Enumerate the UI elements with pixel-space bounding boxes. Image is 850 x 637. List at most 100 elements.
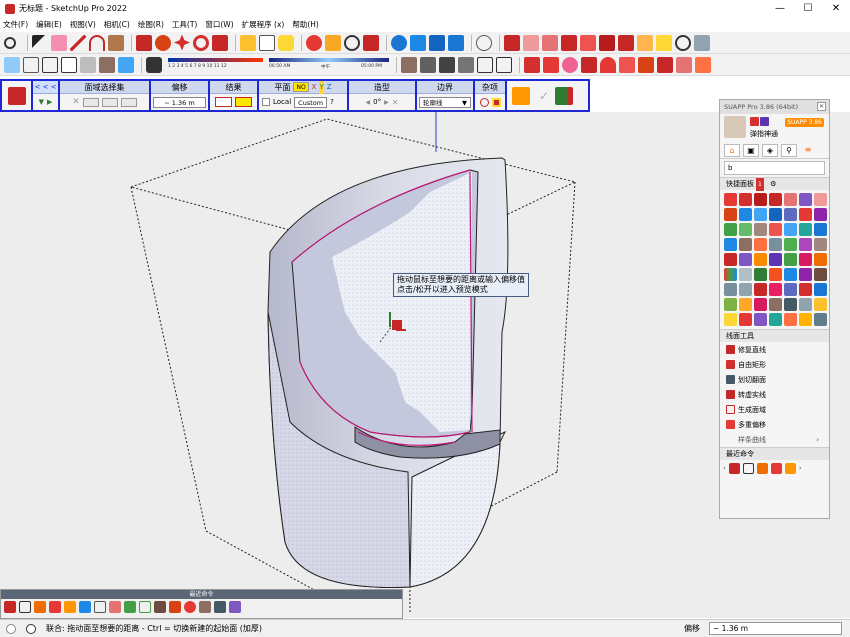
wall-icon[interactable] <box>814 238 827 251</box>
solid-tools-icon[interactable] <box>504 34 520 51</box>
result-separate-icon[interactable] <box>215 97 232 107</box>
arrow-up-icon[interactable] <box>754 268 767 281</box>
maximize-button[interactable]: ☐ <box>794 0 822 17</box>
stop-icon[interactable] <box>754 193 767 206</box>
top-view-icon[interactable] <box>420 56 436 73</box>
stair-icon[interactable] <box>739 253 752 266</box>
color-swatch-icon[interactable] <box>724 268 737 281</box>
arc-recent-icon[interactable] <box>79 601 91 613</box>
arch-recent-icon[interactable] <box>229 601 241 613</box>
polygon-icon[interactable] <box>769 193 782 206</box>
curve-icon[interactable] <box>814 208 827 221</box>
menu-window[interactable]: 窗口(W) <box>205 19 233 30</box>
warehouse-icon[interactable] <box>391 34 407 51</box>
zoom-icon[interactable] <box>4 36 16 49</box>
list-item[interactable]: 生成面域 <box>720 402 829 417</box>
chevron-right-icon[interactable]: › <box>799 464 802 472</box>
extension-warehouse-icon[interactable] <box>410 34 426 51</box>
suapp-search-input[interactable]: b <box>724 161 825 175</box>
fence-icon[interactable] <box>739 283 752 296</box>
line-recent-icon[interactable] <box>756 462 768 474</box>
extension-manager-icon[interactable] <box>448 34 464 51</box>
misc-stop-icon[interactable] <box>491 97 501 107</box>
back-edges-icon[interactable] <box>23 56 39 73</box>
move-icon[interactable] <box>174 34 190 51</box>
rect-recent-icon[interactable] <box>94 601 106 613</box>
vase-icon[interactable] <box>754 298 767 311</box>
spiral-icon[interactable] <box>814 268 827 281</box>
slice-icon[interactable] <box>799 193 812 206</box>
frame-recent-icon[interactable] <box>742 462 754 474</box>
hex-recent-icon[interactable] <box>770 462 782 474</box>
stack-icon[interactable] <box>769 208 782 221</box>
pan-hand-icon[interactable] <box>325 34 341 51</box>
line-recent-icon[interactable] <box>34 601 46 613</box>
tile-icon[interactable] <box>739 268 752 281</box>
panel-icon[interactable] <box>724 283 737 296</box>
split-icon[interactable] <box>599 34 615 51</box>
edge-type-select[interactable]: 轮廓线 ▼ <box>419 96 471 108</box>
offset-recent-icon[interactable] <box>728 462 740 474</box>
frame-recent-icon[interactable] <box>19 601 31 613</box>
line-tools-header[interactable]: 线面工具 <box>720 329 829 342</box>
pyramid-icon[interactable] <box>769 268 782 281</box>
lookaround-icon[interactable] <box>675 34 691 51</box>
spline-curve-item[interactable]: 样条曲线 › <box>720 432 829 447</box>
wheel-icon[interactable] <box>784 298 797 311</box>
triangle-icon[interactable] <box>799 208 812 221</box>
paint-bucket-icon[interactable] <box>278 34 294 51</box>
flip-icon[interactable] <box>754 283 767 296</box>
left-view-icon[interactable] <box>496 56 512 73</box>
line-blue-icon[interactable] <box>784 223 797 236</box>
rotate-red-icon[interactable] <box>769 223 782 236</box>
weld-icon[interactable] <box>784 268 797 281</box>
walk-icon[interactable] <box>656 34 672 51</box>
arc-blue-icon[interactable] <box>814 223 827 236</box>
slash-recent-icon[interactable] <box>214 601 226 613</box>
list-item[interactable]: 修复直线 <box>720 342 829 357</box>
slope-icon[interactable] <box>784 238 797 251</box>
position-camera-icon[interactable] <box>694 34 710 51</box>
grass-icon[interactable] <box>784 253 797 266</box>
pencil-line-icon[interactable] <box>70 34 86 51</box>
menu-list-icon[interactable]: ≡ <box>800 144 816 157</box>
twist-icon[interactable] <box>754 208 767 221</box>
curve-recent-icon[interactable] <box>64 601 76 613</box>
hexagon-icon[interactable] <box>739 193 752 206</box>
model-viewport[interactable]: 拖动鼠标至想要的距离或输入偏移值 点击/松开以进入预览模式 <box>0 112 717 618</box>
share-model-icon[interactable] <box>429 34 445 51</box>
stretch-icon[interactable] <box>638 56 654 73</box>
offset-value-input[interactable]: ~ 1.36 m <box>153 96 206 108</box>
explode-icon[interactable] <box>769 283 782 296</box>
list-item[interactable]: 划切翻面 <box>720 372 829 387</box>
plane-y-toggle[interactable]: Y <box>319 80 324 94</box>
shadow-time-slider[interactable]: 06:50 AM 中午 05:00 PM <box>269 56 389 74</box>
quick-panel-header[interactable]: 快捷面板 1 ⚙ <box>720 177 829 191</box>
move-red-icon[interactable] <box>799 283 812 296</box>
close-button[interactable]: ✕ <box>822 0 850 17</box>
shadow-date-slider[interactable]: 1 2 3 4 5 6 7 8 9 10 11 12 <box>168 56 263 74</box>
mesh-icon[interactable] <box>799 238 812 251</box>
ring-icon[interactable] <box>814 298 827 311</box>
union-icon[interactable] <box>542 34 558 51</box>
cross-icon[interactable] <box>784 283 797 296</box>
sweep-icon[interactable] <box>739 238 752 251</box>
nav-down-icon[interactable]: ▼ <box>39 98 44 106</box>
chamfer-icon[interactable] <box>676 56 692 73</box>
nav-back-button[interactable]: < < < <box>33 81 58 94</box>
group-icon[interactable] <box>581 56 597 73</box>
grid-blue-icon[interactable] <box>724 238 737 251</box>
component-icon[interactable] <box>543 56 559 73</box>
shaded-icon[interactable] <box>80 56 96 73</box>
roof-icon[interactable] <box>724 253 737 266</box>
search-icon[interactable]: ⚲ <box>781 143 797 157</box>
rotate-icon[interactable] <box>193 34 209 51</box>
pattern-icon[interactable] <box>754 253 767 266</box>
shape-angle-value[interactable]: 0° <box>373 98 381 106</box>
avatar[interactable] <box>724 116 746 138</box>
lattice-icon[interactable] <box>799 298 812 311</box>
local-checkbox[interactable] <box>262 98 270 106</box>
tape-measure-icon[interactable] <box>240 34 256 51</box>
menu-help[interactable]: 帮助(H) <box>292 19 319 30</box>
pipe-recent-icon[interactable] <box>169 601 181 613</box>
